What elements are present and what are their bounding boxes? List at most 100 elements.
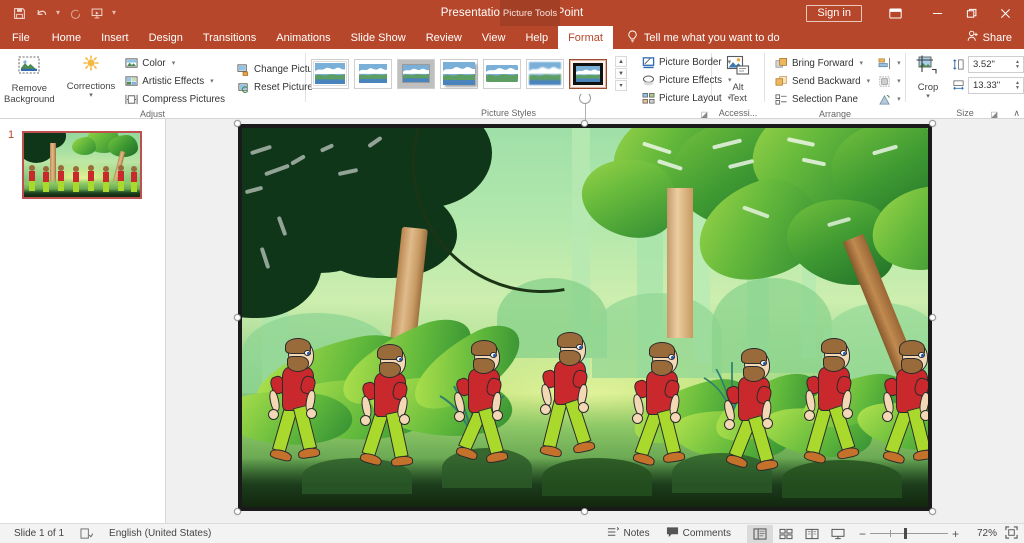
shape-height-input[interactable]: 3.52" ▲▼ [968,56,1024,73]
comments-button[interactable]: Comments [658,526,739,541]
corrections-chevron-down-icon[interactable]: ▾ [89,92,93,100]
zoom-in-button[interactable]: + [952,527,959,541]
tab-insert[interactable]: Insert [91,26,139,49]
crop-chevron-down-icon[interactable]: ▾ [926,93,930,101]
tab-view[interactable]: View [472,26,516,49]
remove-background-button[interactable]: Remove Background [4,52,55,106]
picture-style-double-frame-black[interactable] [569,59,607,89]
picture-styles-gallery[interactable]: ▲ ▼ ▾ [306,52,630,91]
notes-button[interactable]: Notes [599,526,657,541]
fit-slide-to-window-icon[interactable] [997,526,1018,542]
send-backward-chevron-down-icon[interactable]: ▾ [867,77,871,85]
zoom-out-button[interactable]: − [859,527,866,541]
remove-background-icon [17,55,41,81]
align-button[interactable]: ▾ [876,54,903,72]
picture-style-metal-frame[interactable] [397,59,435,89]
undo-dropdown-icon[interactable]: ▾ [52,2,64,24]
align-chevron-down-icon[interactable]: ▾ [897,59,901,67]
ribbon-display-options-icon[interactable] [878,0,912,26]
picture-style-reflected-rounded-rectangle[interactable] [483,59,521,89]
picture-style-simple-frame-white[interactable] [311,59,349,89]
redo-icon[interactable] [64,2,86,24]
slide-count[interactable]: Slide 1 of 1 [6,528,72,539]
tab-help[interactable]: Help [515,26,558,49]
tab-slide-show[interactable]: Slide Show [341,26,416,49]
color-chevron-down-icon[interactable]: ▾ [172,59,176,67]
resize-handle-top-right[interactable] [929,120,936,127]
tab-home[interactable]: Home [42,26,91,49]
corrections-button[interactable]: Corrections ▾ [67,52,116,100]
sign-in-button[interactable]: Sign in [806,5,862,22]
group-chevron-down-icon[interactable]: ▾ [897,77,901,85]
collapse-ribbon-icon[interactable]: ∧ [1013,108,1020,119]
language-indicator[interactable]: English (United States) [101,528,219,539]
selection-pane-button[interactable]: Selection Pane [771,90,874,108]
tab-design[interactable]: Design [139,26,193,49]
tab-format[interactable]: Format [558,26,613,49]
picture-style-soft-edge-rectangle[interactable] [526,59,564,89]
tell-me-box[interactable]: Tell me what you want to do [613,26,780,49]
accessibility-checker-icon[interactable] [72,528,101,540]
resize-handle-bottom-center[interactable] [581,508,588,515]
slide-sorter-view-button[interactable] [773,525,799,543]
tab-file[interactable]: File [0,26,42,49]
rotation-handle[interactable] [579,92,591,104]
zoom-slider[interactable]: − + [851,527,967,541]
minimize-button[interactable] [920,0,954,26]
tab-review[interactable]: Review [416,26,472,49]
size-group-label: Size [906,106,1024,119]
gallery-more-icon[interactable]: ▾ [615,80,627,91]
zoom-level-label[interactable]: 72% [967,528,997,539]
reset-picture-icon [237,81,250,94]
slide-thumbnail-1[interactable] [22,131,142,199]
tab-animations[interactable]: Animations [266,26,340,49]
rotate-button[interactable]: ▾ [876,90,903,108]
resize-handle-middle-right[interactable] [929,314,936,321]
share-button[interactable]: Share [967,26,1024,49]
slide-editing-stage[interactable] [166,119,1024,523]
customize-qat-icon[interactable]: ▾ [108,2,120,24]
resize-handle-bottom-right[interactable] [929,508,936,515]
undo-icon[interactable] [30,2,52,24]
picture-style-beveled-matte-white[interactable] [354,59,392,89]
comments-label: Comments [683,528,731,539]
picture-frame-double-black[interactable] [238,124,932,511]
reading-view-button[interactable] [799,525,825,543]
picture-style-drop-shadow-rectangle[interactable] [440,59,478,89]
gallery-scroll-up-icon[interactable]: ▲ [615,56,627,67]
restore-button[interactable] [954,0,988,26]
slide-show-button[interactable] [825,525,851,543]
rotate-chevron-down-icon[interactable]: ▾ [897,95,901,103]
resize-handle-bottom-left[interactable] [234,508,241,515]
artistic-effects-chevron-down-icon[interactable]: ▾ [210,77,214,85]
gallery-scroll-down-icon[interactable]: ▼ [615,68,627,79]
shape-width-input[interactable]: 13.33" ▲▼ [968,77,1024,94]
zoom-slider-track[interactable] [870,533,948,534]
tab-transitions[interactable]: Transitions [193,26,266,49]
bring-forward-chevron-down-icon[interactable]: ▾ [860,59,864,67]
crop-button[interactable]: Crop ▾ [908,52,948,101]
shape-height-stepper[interactable]: ▲▼ [1013,60,1023,70]
size-dialog-launcher-icon[interactable]: ◪ [990,110,998,119]
accessibility-group-label: Accessi... [712,106,764,119]
title-bar: ▾ ▾ Presentation1 - PowerPoint Picture T… [0,0,1024,26]
zoom-slider-knob[interactable] [904,528,907,539]
group-button[interactable]: ▾ [876,72,903,90]
send-backward-button[interactable]: Send Backward ▾ [771,72,874,90]
bring-forward-button[interactable]: Bring Forward ▾ [771,54,874,72]
alt-text-button[interactable]: Alt Text [712,52,764,105]
shape-width-stepper[interactable]: ▲▼ [1013,81,1023,91]
compress-pictures-button[interactable]: Compress Pictures [121,90,229,108]
selected-picture[interactable] [238,124,932,511]
artistic-effects-button[interactable]: Artistic Effects ▾ [121,72,229,90]
close-button[interactable] [988,0,1022,26]
save-icon[interactable] [8,2,30,24]
normal-view-button[interactable] [747,525,773,543]
color-button[interactable]: Color ▾ [121,54,229,72]
picture-styles-scrollbar[interactable]: ▲ ▼ ▾ [615,56,627,91]
resize-handle-middle-left[interactable] [234,314,241,321]
start-presentation-icon[interactable] [86,2,108,24]
resize-handle-top-left[interactable] [234,120,241,127]
resize-handle-top-center[interactable] [581,120,588,127]
picture-styles-dialog-launcher-icon[interactable]: ◪ [700,110,708,119]
